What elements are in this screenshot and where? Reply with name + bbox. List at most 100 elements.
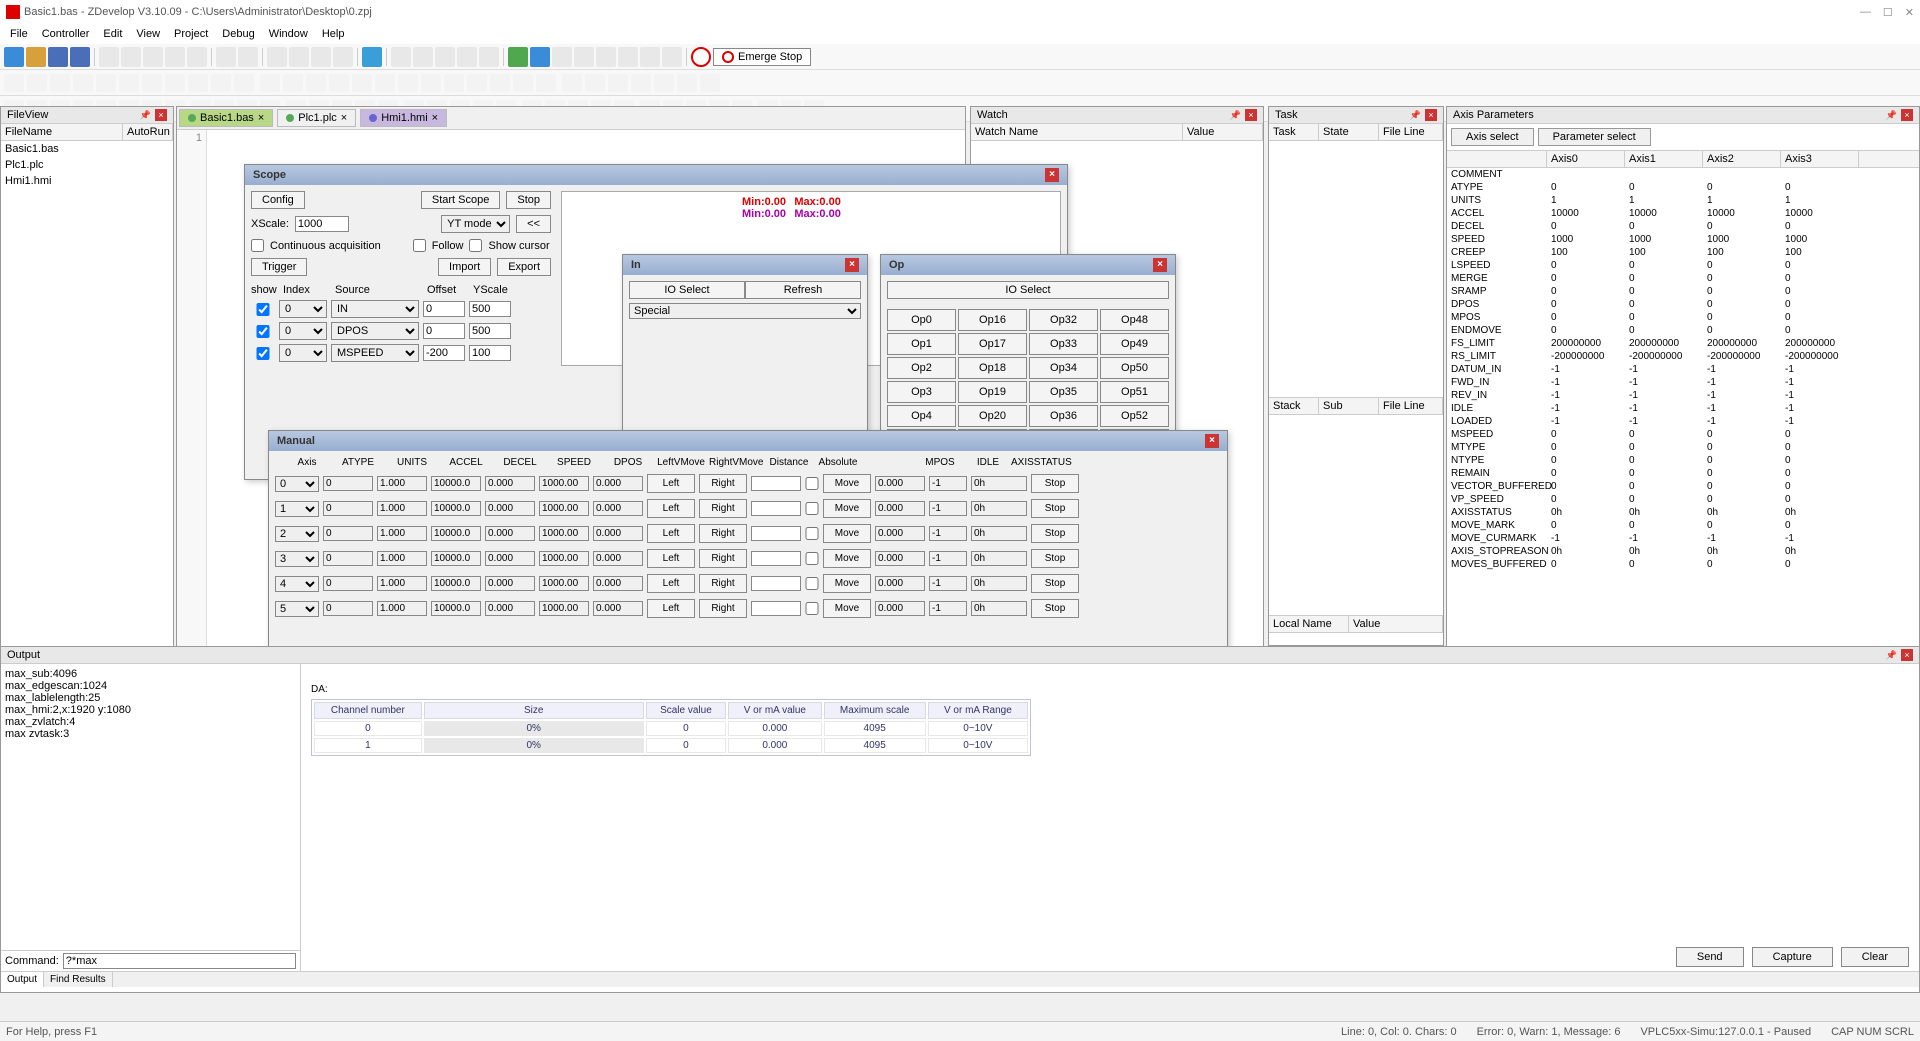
op-button[interactable]: Op1 — [887, 333, 956, 355]
axis-select[interactable]: 4 — [275, 576, 319, 592]
special-select[interactable]: Special — [629, 303, 861, 319]
axis-param-row[interactable]: FWD_IN-1-1-1-1 — [1447, 376, 1919, 389]
menu-edit[interactable]: Edit — [97, 26, 128, 42]
tool-icon[interactable] — [121, 47, 141, 67]
distance-input[interactable] — [751, 551, 801, 566]
op-button[interactable]: Op32 — [1029, 309, 1098, 331]
axis-param-row[interactable]: COMMENT — [1447, 168, 1919, 181]
left-button[interactable]: Left — [647, 474, 695, 493]
col-fileline[interactable]: File Line — [1379, 124, 1443, 140]
print-icon[interactable] — [362, 47, 382, 67]
draw-tool-icon[interactable] — [490, 74, 510, 92]
draw-tool-icon[interactable] — [677, 74, 697, 92]
atype-input[interactable] — [323, 501, 373, 516]
draw-tool-icon[interactable] — [96, 74, 116, 92]
menu-view[interactable]: View — [130, 26, 166, 42]
draw-tool-icon[interactable] — [306, 74, 326, 92]
right-button[interactable]: Right — [699, 474, 747, 493]
close-icon[interactable]: × — [1245, 109, 1257, 121]
tool-icon[interactable] — [238, 47, 258, 67]
follow-checkbox[interactable] — [413, 239, 426, 252]
draw-tool-icon[interactable] — [654, 74, 674, 92]
axis-param-row[interactable]: CREEP100100100100 — [1447, 246, 1919, 259]
file-item[interactable]: Plc1.plc — [1, 157, 173, 173]
axis-select[interactable]: 0 — [275, 476, 319, 492]
accel-input[interactable] — [431, 476, 481, 491]
units-input[interactable] — [377, 601, 427, 616]
pin-icon[interactable]: 📌 — [1410, 110, 1421, 121]
show-checkbox[interactable] — [251, 325, 275, 338]
tool-icon[interactable] — [216, 47, 236, 67]
atype-input[interactable] — [323, 476, 373, 491]
speed-input[interactable] — [539, 526, 589, 541]
offset-input[interactable] — [423, 323, 465, 339]
left-button[interactable]: Left — [647, 549, 695, 568]
axis-param-row[interactable]: MOVES_BUFFERED0000 — [1447, 558, 1919, 571]
op-button[interactable]: Op33 — [1029, 333, 1098, 355]
draw-tool-icon[interactable] — [211, 74, 231, 92]
move-button[interactable]: Move — [823, 574, 871, 593]
menu-debug[interactable]: Debug — [216, 26, 260, 42]
draw-tool-icon[interactable] — [142, 74, 162, 92]
op-button[interactable]: Op20 — [958, 405, 1027, 427]
axis-param-row[interactable]: IDLE-1-1-1-1 — [1447, 402, 1919, 415]
axis-select[interactable]: 5 — [275, 601, 319, 617]
maximize-icon[interactable]: ☐ — [1883, 6, 1893, 19]
speed-input[interactable] — [539, 576, 589, 591]
axis-param-row[interactable]: REMAIN0000 — [1447, 467, 1919, 480]
draw-tool-icon[interactable] — [260, 74, 280, 92]
op-button[interactable]: Op0 — [887, 309, 956, 331]
close-icon[interactable]: × — [1153, 258, 1167, 272]
col-task[interactable]: Task — [1269, 124, 1319, 140]
atype-input[interactable] — [323, 526, 373, 541]
absolute-checkbox[interactable] — [805, 477, 819, 490]
save-icon[interactable] — [48, 47, 68, 67]
editor-tab-hmi[interactable]: Hmi1.hmi× — [360, 109, 447, 127]
op-button[interactable]: Op36 — [1029, 405, 1098, 427]
stop-button[interactable]: Stop — [1031, 574, 1079, 593]
tool-icon[interactable] — [662, 47, 682, 67]
axis-param-row[interactable]: MTYPE0000 — [1447, 441, 1919, 454]
axis-param-row[interactable]: MSPEED0000 — [1447, 428, 1919, 441]
axis-param-row[interactable]: DECEL0000 — [1447, 220, 1919, 233]
trigger-button[interactable]: Trigger — [251, 258, 307, 276]
capture-button[interactable]: Capture — [1752, 947, 1833, 967]
axis-param-row[interactable]: SRAMP0000 — [1447, 285, 1919, 298]
saveall-icon[interactable] — [70, 47, 90, 67]
axis-param-row[interactable]: AXISSTATUS0h0h0h0h — [1447, 506, 1919, 519]
axis-param-row[interactable]: RS_LIMIT-200000000-200000000-200000000-2… — [1447, 350, 1919, 363]
tab-findresults[interactable]: Find Results — [44, 972, 113, 987]
accel-input[interactable] — [431, 576, 481, 591]
close-icon[interactable]: × — [1045, 168, 1059, 182]
op-button[interactable]: Op49 — [1100, 333, 1169, 355]
op-button[interactable]: Op48 — [1100, 309, 1169, 331]
atype-input[interactable] — [323, 601, 373, 616]
start-scope-button[interactable]: Start Scope — [421, 191, 500, 209]
units-input[interactable] — [377, 576, 427, 591]
accel-input[interactable] — [431, 601, 481, 616]
decel-input[interactable] — [485, 526, 535, 541]
da-row[interactable]: 00%00.00040950~10V — [314, 721, 1028, 736]
draw-tool-icon[interactable] — [283, 74, 303, 92]
axis-param-row[interactable]: FS_LIMIT20000000020000000020000000020000… — [1447, 337, 1919, 350]
tab-output[interactable]: Output — [1, 972, 44, 987]
right-button[interactable]: Right — [699, 499, 747, 518]
mpos-input[interactable] — [875, 576, 925, 591]
show-checkbox[interactable] — [251, 303, 275, 316]
atype-input[interactable] — [323, 576, 373, 591]
xscale-input[interactable] — [295, 216, 349, 232]
axisstatus-input[interactable] — [971, 551, 1027, 566]
axisstatus-input[interactable] — [971, 501, 1027, 516]
dpos-input[interactable] — [593, 551, 643, 566]
editor-tab-plc[interactable]: Plc1.plc× — [277, 109, 356, 127]
draw-tool-icon[interactable] — [4, 74, 24, 92]
move-button[interactable]: Move — [823, 499, 871, 518]
idle-input[interactable] — [929, 601, 967, 616]
draw-tool-icon[interactable] — [421, 74, 441, 92]
speed-input[interactable] — [539, 476, 589, 491]
tool-icon[interactable] — [618, 47, 638, 67]
idle-input[interactable] — [929, 501, 967, 516]
op-button[interactable]: Op35 — [1029, 381, 1098, 403]
dpos-input[interactable] — [593, 526, 643, 541]
draw-tool-icon[interactable] — [608, 74, 628, 92]
